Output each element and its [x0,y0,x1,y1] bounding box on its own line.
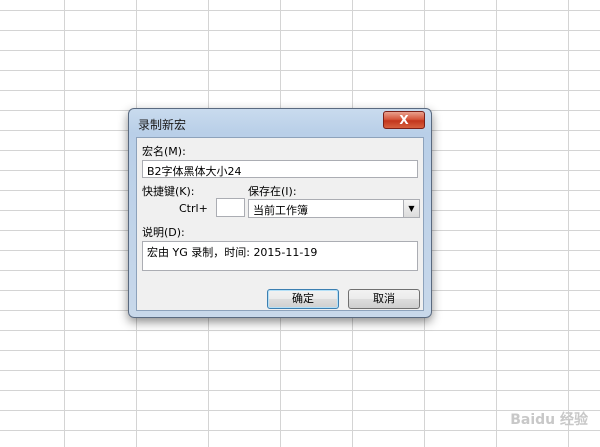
macro-name-value: B2字体黑体大小24 [147,165,242,178]
cancel-button-label: 取消 [373,292,395,305]
macro-name-input[interactable]: B2字体黑体大小24 [142,160,418,178]
macro-name-label: 宏名(M): [142,145,186,158]
description-label: 说明(D): [142,226,185,239]
shortcut-key-input[interactable] [216,198,245,217]
dialog-titlebar[interactable]: 录制新宏 X [129,109,431,137]
ctrl-prefix-label: Ctrl+ [179,202,208,215]
dialog-body: 宏名(M): B2字体黑体大小24 快捷键(K): Ctrl+ 保存在(I): … [136,137,424,311]
store-in-value: 当前工作簿 [253,204,308,217]
store-in-label: 保存在(I): [248,185,297,198]
close-icon: X [399,113,409,127]
close-button[interactable]: X [383,111,425,129]
description-input[interactable]: 宏由 YG 录制，时间: 2015-11-19 [142,241,418,271]
record-macro-dialog: 录制新宏 X 宏名(M): B2字体黑体大小24 快捷键(K): Ctrl+ 保… [128,108,432,318]
dropdown-button[interactable]: ▼ [403,200,419,217]
baidu-watermark: Baidu 经验 [510,412,588,428]
cancel-button[interactable]: 取消 [348,289,420,309]
shortcut-key-label: 快捷键(K): [142,185,195,198]
description-value: 宏由 YG 录制，时间: 2015-11-19 [147,246,318,259]
chevron-down-icon: ▼ [408,204,415,213]
ok-button-label: 确定 [292,292,314,305]
store-in-select[interactable]: 当前工作簿 ▼ [248,199,420,218]
dialog-title: 录制新宏 [138,118,187,132]
ok-button[interactable]: 确定 [267,289,339,309]
